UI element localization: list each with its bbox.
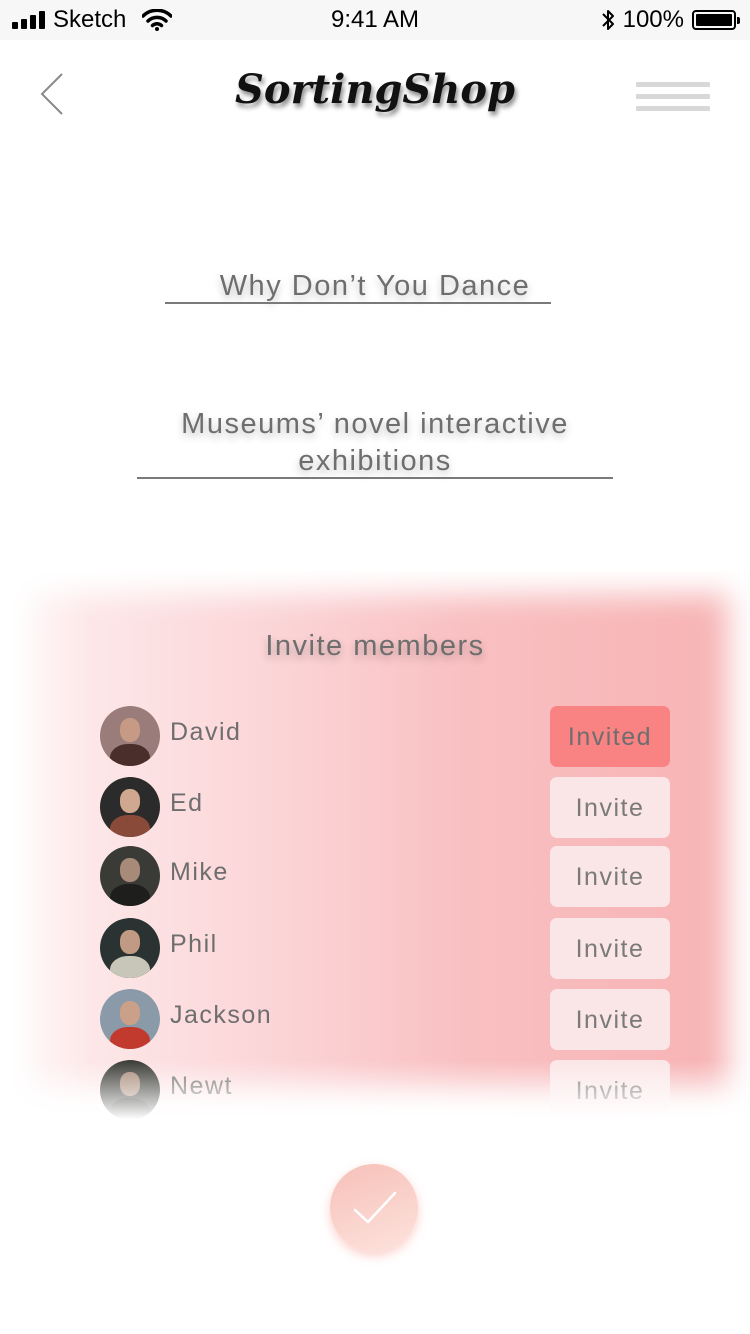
member-name: David: [170, 718, 242, 746]
invite-button[interactable]: Invite: [550, 1060, 670, 1121]
hamburger-menu-icon: [636, 82, 710, 87]
field-underline: [137, 477, 613, 479]
invite-members-title: Invite members: [265, 630, 485, 662]
invite-button[interactable]: Invite: [550, 918, 670, 979]
avatar: [100, 846, 160, 906]
member-name: Phil: [170, 930, 218, 958]
member-name: Jackson: [170, 1001, 273, 1029]
status-bar: Sketch 9:41 AM 100%: [0, 0, 750, 40]
member-row-david: David Invited: [0, 706, 750, 768]
avatar: [100, 918, 160, 978]
invite-button[interactable]: Invite: [550, 777, 670, 838]
field-museums-line1[interactable]: Museums’ novel interactive: [0, 408, 750, 441]
avatar: [100, 777, 160, 837]
invite-button[interactable]: Invite: [550, 989, 670, 1050]
avatar: [100, 706, 160, 766]
invited-button[interactable]: Invited: [550, 706, 670, 767]
battery-icon: [692, 10, 740, 30]
avatar: [100, 989, 160, 1049]
bluetooth-icon: [601, 10, 614, 30]
member-row-ed: Ed Invite: [0, 777, 750, 839]
field-why-dont-you-dance[interactable]: Why Don’t You Dance: [0, 270, 750, 303]
status-right: 100%: [601, 6, 740, 34]
field-underline: [165, 302, 551, 304]
avatar: [100, 1060, 160, 1120]
member-row-jackson: Jackson Invite: [0, 989, 750, 1051]
member-row-mike: Mike Invite: [0, 846, 750, 908]
menu-button[interactable]: [636, 80, 710, 112]
invite-button[interactable]: Invite: [550, 846, 670, 907]
battery-percent: 100%: [622, 6, 684, 33]
checkmark-icon: [353, 1191, 397, 1224]
member-name: Ed: [170, 789, 204, 817]
member-row-phil: Phil Invite: [0, 918, 750, 980]
member-name: Newt: [170, 1072, 233, 1100]
member-name: Mike: [170, 858, 229, 886]
field-museums-line2[interactable]: exhibitions: [0, 445, 750, 478]
confirm-button[interactable]: [330, 1164, 418, 1252]
member-row-newt: Newt Invite: [0, 1060, 750, 1122]
